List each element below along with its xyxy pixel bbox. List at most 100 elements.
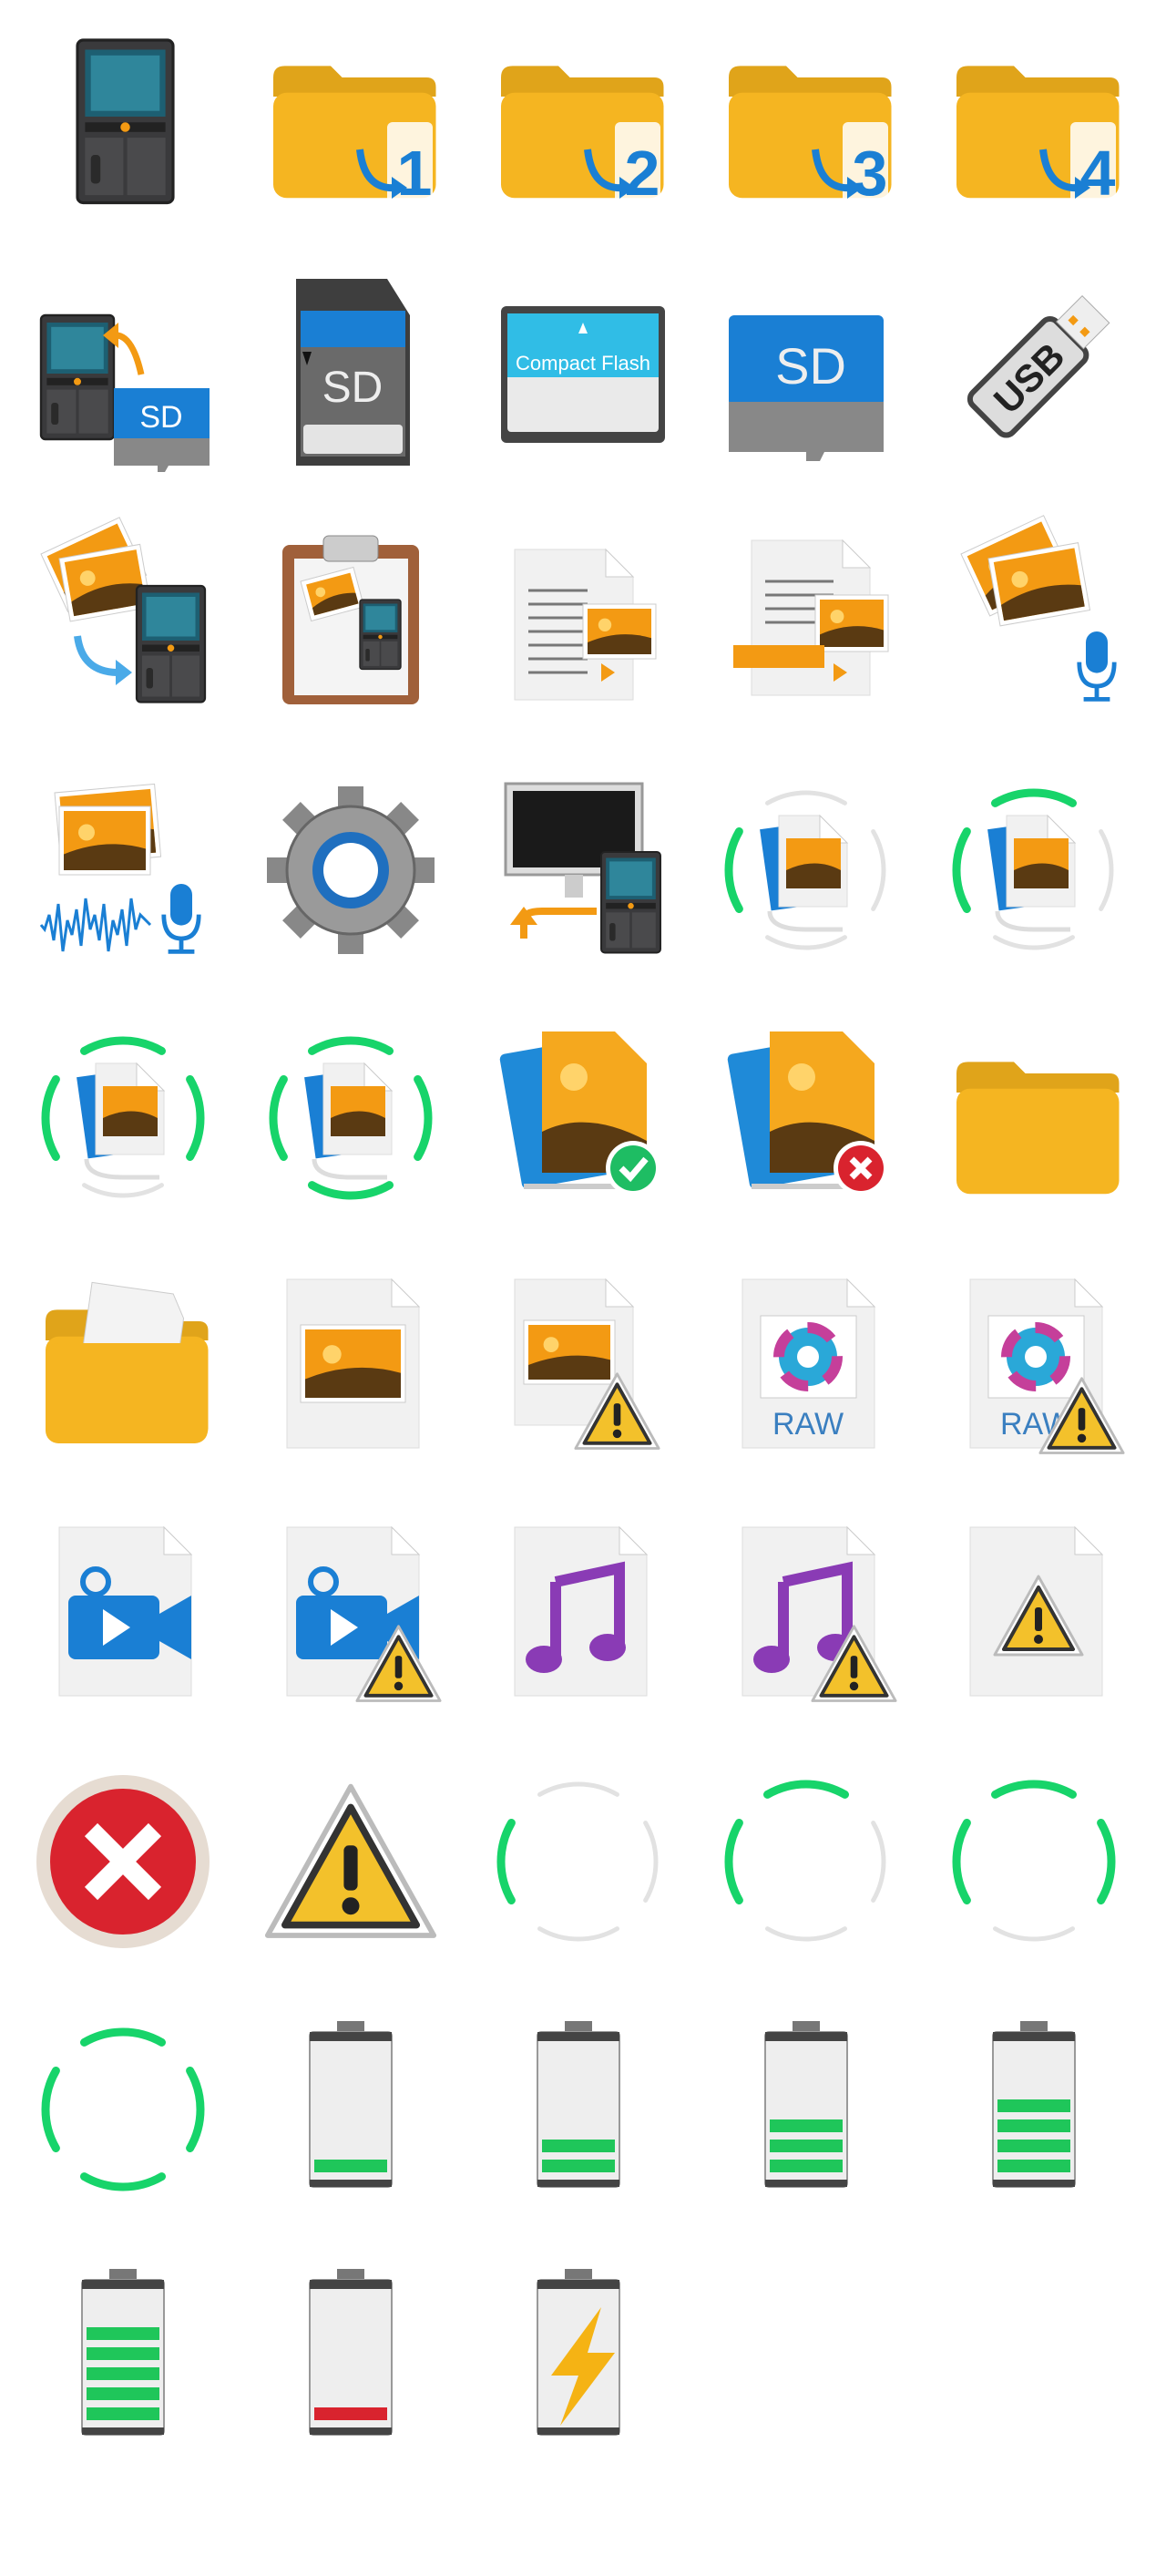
folder-numbered-icon: 2 bbox=[501, 66, 664, 209]
icon-cell bbox=[469, 1738, 697, 1986]
folder-numbered-icon: 3 bbox=[729, 66, 892, 209]
clipboard-image-recorder-icon bbox=[282, 535, 419, 704]
icon-label: RAW bbox=[772, 1407, 844, 1442]
battery-bar bbox=[542, 2160, 615, 2172]
icon-cell bbox=[469, 2233, 697, 2481]
icon-label: 3 bbox=[853, 138, 888, 209]
progress-ring-icon bbox=[724, 1780, 886, 1942]
icon-cell bbox=[241, 2233, 469, 2481]
icon-cell: USB bbox=[925, 251, 1152, 498]
document-image-banner-icon bbox=[733, 539, 889, 696]
battery-icon bbox=[537, 2021, 620, 2188]
progress-ring-icon bbox=[41, 2027, 205, 2191]
ring-segment-top bbox=[308, 1036, 394, 1055]
icon-cell bbox=[14, 1738, 241, 1986]
ring-segment-top bbox=[991, 788, 1077, 807]
icon-cell: RAW bbox=[697, 1242, 925, 1490]
ring-segment-top bbox=[537, 1781, 619, 1797]
gear-icon bbox=[267, 786, 435, 954]
error-circle-icon bbox=[36, 1775, 210, 1948]
icon-cell: 1 bbox=[241, 3, 469, 251]
ring-segment-bottom bbox=[765, 1926, 847, 1942]
progress-ring-icon bbox=[496, 1781, 659, 1942]
ring-segment-top bbox=[765, 790, 847, 806]
icon-cell bbox=[697, 994, 925, 1242]
icon-cell bbox=[469, 1242, 697, 1490]
battery-bar bbox=[314, 2407, 387, 2420]
battery-bar bbox=[87, 2327, 159, 2340]
icon-cell bbox=[697, 1490, 925, 1738]
ring-segment-left bbox=[724, 827, 743, 913]
ring-segment-left bbox=[724, 1819, 743, 1904]
warning-triangle-icon bbox=[264, 1783, 437, 1938]
icon-cell bbox=[14, 994, 241, 1242]
icon-cell bbox=[697, 498, 925, 746]
ring-segment-bottom bbox=[537, 1926, 619, 1942]
battery-bar bbox=[87, 2347, 159, 2360]
icon-cell bbox=[925, 746, 1152, 994]
file-raw-icon: RAW bbox=[742, 1278, 876, 1449]
icon-cell bbox=[241, 498, 469, 746]
icon-label: 4 bbox=[1080, 138, 1116, 209]
icon-cell bbox=[925, 1986, 1152, 2233]
battery-icon bbox=[992, 2021, 1076, 2188]
icon-cell: 2 bbox=[469, 3, 697, 251]
icon-cell bbox=[241, 1242, 469, 1490]
document-image-icon bbox=[514, 548, 657, 701]
ring-segment-right bbox=[186, 1075, 205, 1161]
progress-ring-icon bbox=[952, 1780, 1116, 1942]
ring-segment-left bbox=[496, 1819, 516, 1904]
sync-image-icon bbox=[952, 788, 1114, 950]
icon-cell bbox=[14, 1242, 241, 1490]
battery-bar bbox=[770, 2140, 843, 2152]
ring-segment-bottom bbox=[80, 2172, 166, 2191]
folder-open-icon bbox=[46, 1281, 209, 1443]
ring-segment-right bbox=[643, 1821, 659, 1903]
sync-image-icon bbox=[724, 790, 886, 950]
battery-bar bbox=[542, 2140, 615, 2152]
icon-cell: Compact Flash bbox=[469, 251, 697, 498]
icon-cell bbox=[241, 1490, 469, 1738]
file-video-warning-icon bbox=[286, 1525, 442, 1702]
folder-icon bbox=[956, 1062, 1120, 1195]
images-failed-icon bbox=[727, 1031, 888, 1196]
ring-segment-top bbox=[80, 1036, 166, 1055]
icon-cell bbox=[14, 746, 241, 994]
icon-cell bbox=[697, 1986, 925, 2233]
icon-cell bbox=[925, 1490, 1152, 1738]
icon-cell bbox=[469, 746, 697, 994]
ring-segment-bottom bbox=[82, 1183, 164, 1198]
icon-cell bbox=[469, 498, 697, 746]
battery-bar bbox=[770, 2160, 843, 2172]
image-to-recorder-icon bbox=[40, 517, 207, 703]
images-success-icon bbox=[499, 1031, 660, 1196]
icon-cell: SD bbox=[241, 251, 469, 498]
file-music-warning-icon bbox=[742, 1525, 897, 1702]
icon-label: SD bbox=[139, 400, 182, 435]
battery-bar bbox=[314, 2160, 387, 2172]
icon-cell bbox=[925, 1738, 1152, 1986]
ring-segment-left bbox=[952, 1819, 971, 1904]
icon-cell: 3 bbox=[697, 3, 925, 251]
icon-cell bbox=[469, 994, 697, 1242]
ring-segment-left bbox=[41, 2067, 60, 2152]
ring-segment-top bbox=[991, 1780, 1077, 1799]
battery-bar bbox=[87, 2367, 159, 2380]
battery-bar bbox=[87, 2387, 159, 2400]
icon-cell: RAW bbox=[925, 1242, 1152, 1490]
icon-cell bbox=[925, 498, 1152, 746]
image-waveform-microphone-icon bbox=[39, 783, 201, 954]
icon-cell bbox=[469, 1986, 697, 2233]
battery-bar bbox=[87, 2407, 159, 2420]
sd-card-icon: SD bbox=[296, 279, 410, 466]
battery-bar bbox=[997, 2099, 1070, 2112]
icon-cell bbox=[14, 3, 241, 251]
file-image-warning-icon bbox=[514, 1278, 660, 1450]
ring-segment-left bbox=[41, 1075, 60, 1161]
ring-segment-left bbox=[269, 1075, 288, 1161]
microsd-card-icon: SD bbox=[729, 315, 884, 461]
icon-cell bbox=[14, 1490, 241, 1738]
ring-segment-bottom bbox=[765, 935, 847, 950]
icon-cell bbox=[697, 1738, 925, 1986]
icon-cell bbox=[925, 994, 1152, 1242]
